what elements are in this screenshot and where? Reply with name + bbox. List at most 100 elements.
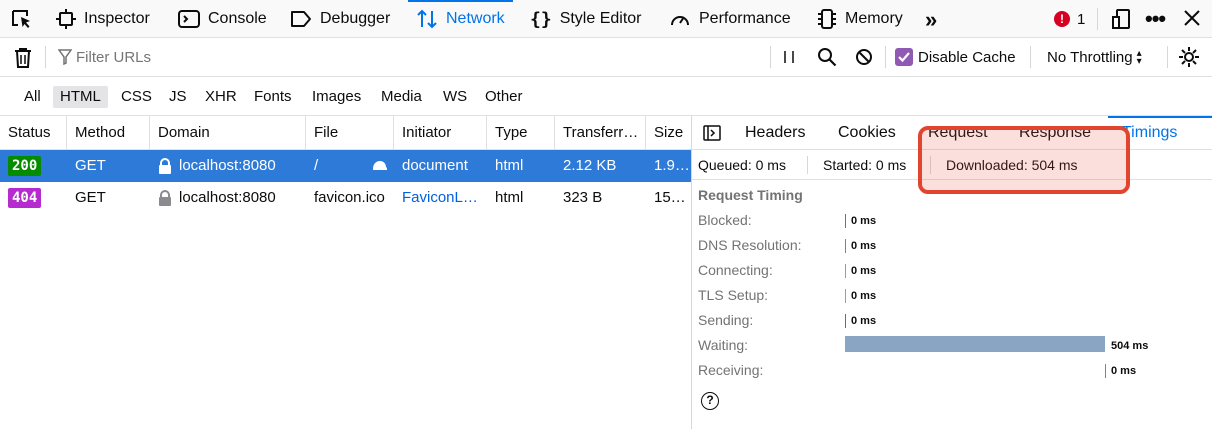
timing-value-blocked: 0 ms <box>851 215 877 227</box>
select-arrows-icon: ▴ ▾ <box>1136 48 1142 67</box>
toggle-sidebar-icon[interactable] <box>703 125 721 146</box>
lock-icon <box>159 190 171 206</box>
queued-summary: Queued: 0 ms <box>698 157 786 173</box>
annotation-highlight-box <box>918 126 1130 194</box>
size-cell: 15… <box>654 189 686 206</box>
debugger-icon <box>290 10 312 28</box>
method-cell: GET <box>75 157 106 174</box>
performance-icon <box>669 9 691 29</box>
tab-performance[interactable]: Performance <box>669 0 791 38</box>
transferred-cell: 2.12 KB <box>563 157 617 174</box>
more-options-icon[interactable]: ••• <box>1145 6 1166 32</box>
tab-memory-label: Memory <box>845 10 903 27</box>
column-header-method[interactable]: Method <box>67 116 150 150</box>
initiator-cell: document <box>402 157 468 174</box>
timing-value-receiving: 0 ms <box>1111 365 1137 377</box>
type-filter-ws[interactable]: WS <box>436 86 474 108</box>
tab-timings[interactable]: Timings <box>1122 116 1177 150</box>
timing-marker-connecting <box>845 264 846 278</box>
type-filter-all[interactable]: All <box>17 86 48 108</box>
toolbar-divider <box>1097 8 1098 30</box>
timing-label-tls: TLS Setup: <box>698 287 769 303</box>
throttling-value: No Throttling <box>1047 49 1133 66</box>
error-indicator[interactable]: ! 1 <box>1054 9 1085 29</box>
more-tools-chevron-icon[interactable]: » <box>925 7 937 33</box>
tab-inspector-label: Inspector <box>84 10 150 27</box>
timing-bar-waiting <box>845 336 1105 352</box>
initiator-link[interactable]: FaviconL… <box>394 182 487 214</box>
column-header-domain[interactable]: Domain <box>150 116 306 150</box>
tab-headers[interactable]: Headers <box>745 116 805 150</box>
domain-text: localhost:8080 <box>179 157 276 174</box>
pause-icon[interactable] <box>782 49 796 70</box>
type-filter-js[interactable]: JS <box>162 86 194 108</box>
type-filter-html[interactable]: HTML <box>53 86 108 108</box>
active-tab-indicator <box>1108 116 1212 118</box>
lock-icon <box>159 158 171 174</box>
column-header-initiator[interactable]: Initiator <box>394 116 487 150</box>
tab-debugger-label: Debugger <box>320 10 391 27</box>
status-cell: 404 <box>0 182 67 214</box>
type-cell: html <box>495 189 524 206</box>
element-picker-icon[interactable] <box>10 8 34 30</box>
close-icon[interactable] <box>1183 9 1201 32</box>
timing-label-blocked: Blocked: <box>698 212 752 228</box>
tab-network[interactable]: Network <box>408 0 513 38</box>
tab-style-editor-label: Style Editor <box>559 10 642 27</box>
type-filter-other[interactable]: Other <box>478 86 530 108</box>
started-summary: Started: 0 ms <box>823 157 907 173</box>
column-header-status[interactable]: Status <box>0 116 67 150</box>
requests-table: Status Method Domain File Initiator Type… <box>0 116 691 429</box>
tab-network-label: Network <box>446 10 505 27</box>
column-header-transferred[interactable]: Transferr… <box>555 116 646 150</box>
settings-gear-icon[interactable] <box>1178 46 1200 73</box>
timing-value-waiting: 504 ms <box>1111 340 1149 352</box>
console-icon <box>178 9 200 29</box>
filter-divider <box>45 46 46 68</box>
tab-memory[interactable]: Memory <box>817 0 903 38</box>
timing-marker-sending <box>845 314 846 328</box>
timing-value-tls: 0 ms <box>851 290 877 302</box>
network-filter-bar: Disable Cache No Throttling ▴▾ <box>0 38 1212 77</box>
timing-marker-dns <box>845 239 846 253</box>
tab-style-editor[interactable]: {} Style Editor <box>530 0 642 38</box>
type-filter-images[interactable]: Images <box>305 86 368 108</box>
domain-cell: localhost:8080 <box>150 150 306 182</box>
table-row[interactable]: 404 GET localhost:8080 favicon.ico Favic… <box>0 182 691 214</box>
timing-marker-receiving <box>1105 364 1106 378</box>
disable-cache-checkbox[interactable] <box>895 48 913 66</box>
column-header-type[interactable]: Type <box>487 116 555 150</box>
search-icon[interactable] <box>817 47 837 72</box>
tab-console[interactable]: Console <box>178 0 267 38</box>
timing-label-receiving: Receiving: <box>698 362 764 378</box>
type-filter-media[interactable]: Media <box>374 86 429 108</box>
type-filter-css[interactable]: CSS <box>114 86 159 108</box>
memory-icon <box>817 8 837 30</box>
status-badge: 200 <box>8 156 42 176</box>
timing-value-dns: 0 ms <box>851 240 877 252</box>
file-cell: / <box>314 157 319 174</box>
type-filter-xhr[interactable]: XHR <box>198 86 244 108</box>
table-row[interactable]: 200 GET localhost:8080 / document html 2… <box>0 150 691 182</box>
tab-debugger[interactable]: Debugger <box>290 0 390 38</box>
throttling-select[interactable]: No Throttling ▴ ▾ <box>1047 48 1142 68</box>
column-header-file[interactable]: File <box>306 116 394 150</box>
tab-cookies[interactable]: Cookies <box>838 116 896 150</box>
block-requests-icon[interactable] <box>855 48 873 71</box>
network-icon <box>416 9 438 29</box>
tab-inspector[interactable]: Inspector <box>56 0 150 38</box>
responsive-design-icon[interactable] <box>1111 8 1133 35</box>
domain-cell: localhost:8080 <box>150 182 306 214</box>
error-icon: ! <box>1054 11 1070 27</box>
disable-cache-label[interactable]: Disable Cache <box>918 48 1016 68</box>
help-icon[interactable]: ? <box>701 392 719 410</box>
file-cell: favicon.ico <box>314 189 385 206</box>
column-header-size[interactable]: Size <box>646 116 691 150</box>
request-timing-title: Request Timing <box>698 187 803 203</box>
filter-divider <box>1167 46 1168 68</box>
filter-urls-input[interactable] <box>76 46 756 68</box>
clear-requests-trash-icon[interactable] <box>13 47 33 74</box>
filter-divider <box>885 46 886 68</box>
timing-label-dns: DNS Resolution: <box>698 237 802 253</box>
type-filter-fonts[interactable]: Fonts <box>247 86 299 108</box>
